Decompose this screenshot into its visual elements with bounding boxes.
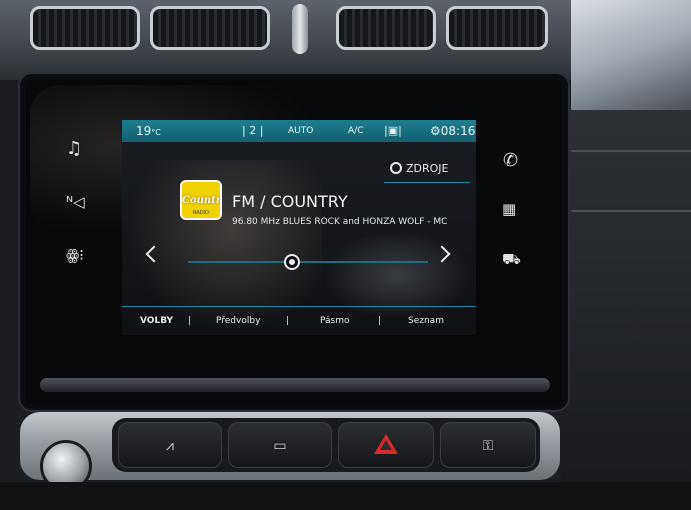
radio-source-icon	[390, 162, 402, 174]
vent-control-knob	[292, 4, 308, 54]
sources-label: ZDROJE	[406, 162, 449, 175]
rear-defrost-icon: ⩘	[166, 438, 174, 454]
air-vent-right-inner	[336, 6, 436, 50]
tuner-slider-handle[interactable]	[284, 254, 300, 270]
climate-status-bar[interactable]: 19°C | 2 | AUTO A/C |▣| ⚙08:16	[122, 120, 476, 142]
station-band-name: FM / COUNTRY	[232, 192, 348, 211]
temperature-display: 19°C	[136, 124, 161, 138]
status-icons: |▣|	[384, 124, 402, 137]
floor-shadow	[0, 482, 691, 510]
bottom-menu: VOLBY | Předvolby | Pásmo | Seznam	[122, 316, 476, 332]
air-vent-left-outer	[30, 6, 140, 50]
station-logo-subtext: RADIO	[193, 210, 209, 216]
station-logo-text: Country	[182, 195, 222, 206]
navigation-icon[interactable]: ᴺ◁	[66, 195, 85, 210]
air-vent-right-outer	[446, 6, 548, 50]
menu-band[interactable]: Pásmo	[320, 316, 350, 326]
car-icon[interactable]: ⛟	[502, 252, 521, 267]
bottom-menu-divider	[122, 306, 476, 307]
grid-icon[interactable]: ▦	[502, 202, 516, 217]
bezel-chin	[40, 378, 550, 392]
apps-icon[interactable]: ꙮ⁝	[66, 248, 84, 263]
front-defrost-icon: ▭	[273, 438, 287, 454]
menu-options[interactable]: VOLBY	[140, 316, 173, 326]
music-note-icon[interactable]: ♫	[66, 140, 82, 158]
windshield-view	[571, 0, 691, 110]
clock-display: ⚙08:16	[430, 124, 476, 138]
infotainment-screen: 19°C | 2 | AUTO A/C |▣| ⚙08:16 ZDROJE Co…	[122, 120, 476, 335]
fan-speed-indicator: | 2 |	[242, 124, 264, 137]
auto-climate-label: AUTO	[288, 126, 314, 136]
media-status-icon: |▣|	[384, 124, 402, 137]
tuner-slider-track[interactable]	[188, 261, 428, 263]
menu-separator: |	[188, 316, 192, 326]
front-defrost-button[interactable]: ▭	[228, 422, 332, 468]
menu-presets[interactable]: Předvolby	[216, 316, 260, 326]
rear-defrost-button[interactable]: ⩘	[118, 422, 222, 468]
clock-icon: ⚙	[430, 124, 441, 138]
central-lock-button[interactable]: ⚿	[440, 422, 536, 468]
dashboard-right-panel	[561, 110, 691, 510]
menu-separator: |	[378, 316, 382, 326]
station-frequency-info: 96.80 MHz BLUES ROCK and HONZA WOLF - MC	[232, 217, 448, 227]
sources-button[interactable]: ZDROJE	[390, 162, 449, 175]
ac-label: A/C	[348, 126, 364, 136]
phone-icon[interactable]: ✆	[503, 152, 518, 170]
hazard-icon	[374, 434, 398, 454]
hazard-lights-button[interactable]	[338, 422, 434, 468]
menu-list[interactable]: Seznam	[408, 316, 444, 326]
lock-icon: ⚿	[482, 438, 494, 454]
air-vent-left-inner	[150, 6, 270, 50]
menu-separator: |	[286, 316, 290, 326]
station-logo: Country RADIO	[180, 180, 222, 220]
sources-underline	[384, 182, 470, 183]
